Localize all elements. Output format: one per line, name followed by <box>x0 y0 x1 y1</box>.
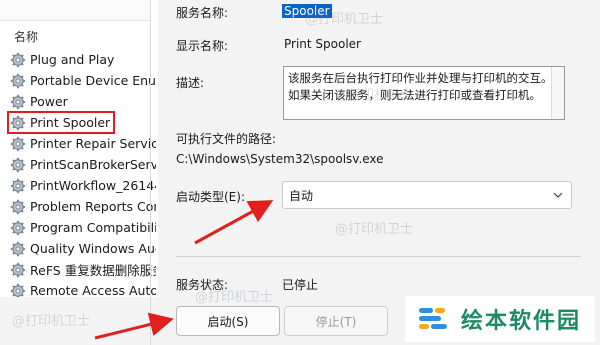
description-textbox[interactable]: 该服务在后台执行打印作业并处理与打印机的交互。如果关闭该服务，则无法进行打印或查… <box>283 66 565 120</box>
service-name: Print Spooler <box>30 115 111 130</box>
service-name: Printer Repair Service <box>30 136 156 151</box>
service-name: Remote Access Auto <box>30 283 156 298</box>
gear-icon <box>10 178 26 193</box>
service-name: ReFS 重复数据删除服务 <box>30 263 156 278</box>
watermark: @打印机卫士 <box>335 222 414 237</box>
stop-button[interactable]: 停止(T) <box>284 306 388 336</box>
start-button[interactable]: 启动(S) <box>176 306 280 336</box>
brand-icon <box>419 308 447 329</box>
service-name: Program Compatibiliti <box>30 220 156 235</box>
brand-name: 绘本软件园 <box>461 309 582 334</box>
gear-icon <box>10 136 26 151</box>
gear-icon <box>10 52 26 67</box>
display-name-value[interactable]: Print Spooler <box>284 37 361 51</box>
description-scrollbar[interactable] <box>551 67 564 119</box>
service-row[interactable]: Plug and Play <box>10 49 156 70</box>
watermark: @打印机卫士 <box>195 290 274 305</box>
column-header-name[interactable]: 名称 <box>14 28 38 45</box>
chevron-down-icon <box>553 192 563 198</box>
exe-path-label: 可执行文件的路径: <box>176 132 277 146</box>
brand-logo: 绘本软件园 <box>405 296 595 342</box>
service-name: PrintScanBrokerService <box>30 157 156 172</box>
status-value: 已停止 <box>282 278 319 292</box>
service-name: PrintWorkflow_26144 <box>30 178 156 193</box>
list-toolbar <box>0 0 150 21</box>
section-divider <box>176 256 581 257</box>
service-name: Quality Windows Aud <box>30 241 156 256</box>
gear-icon <box>10 157 26 172</box>
gear-icon <box>10 73 26 88</box>
startup-type-label: 启动类型(E): <box>176 190 245 204</box>
service-row[interactable]: PrintWorkflow_26144 <box>10 175 156 196</box>
service-row[interactable]: Portable Device Enum <box>10 70 156 91</box>
watermark: @打印机卫士 <box>335 88 414 103</box>
gear-icon <box>10 262 26 277</box>
pane-divider[interactable] <box>150 0 151 345</box>
display-name-label: 显示名称: <box>176 39 229 53</box>
service-row[interactable]: Power <box>10 91 156 112</box>
startup-type-select[interactable]: 自动 <box>282 181 572 209</box>
service-row[interactable]: Program Compatibiliti <box>10 217 156 238</box>
service-row[interactable]: Quality Windows Aud <box>10 238 156 259</box>
service-name: Power <box>30 94 68 109</box>
service-row[interactable]: ReFS 重复数据删除服务 <box>10 259 156 280</box>
description-label: 描述: <box>176 76 205 90</box>
exe-path-value[interactable]: C:\Windows\System32\spoolsv.exe <box>176 152 384 166</box>
service-name: Portable Device Enum <box>30 73 156 88</box>
gear-icon <box>10 199 26 214</box>
gear-icon <box>10 241 26 256</box>
watermark: @打印机卫士 <box>305 12 384 27</box>
service-name-label: 服务名称: <box>176 6 229 20</box>
gear-icon <box>10 94 26 109</box>
service-row[interactable]: Printer Repair Service <box>10 133 156 154</box>
description-text: 该服务在后台执行打印作业并处理与打印机的交互。如果关闭该服务，则无法进行打印或查… <box>288 71 553 102</box>
service-row[interactable]: Print Spooler <box>7 111 115 134</box>
watermark: @打印机卫士 <box>12 314 91 329</box>
gear-icon <box>10 115 26 130</box>
service-name: Plug and Play <box>30 52 115 67</box>
services-list-pane: 名称 Plug and Play Portable Device Enum Powe… <box>0 0 158 345</box>
service-name: Problem Reports Cont <box>30 199 156 214</box>
gear-icon <box>10 220 26 235</box>
services-list: Plug and Play Portable Device Enum Power Pr… <box>7 49 156 301</box>
service-row[interactable]: PrintScanBrokerService <box>10 154 156 175</box>
startup-type-value: 自动 <box>289 188 314 203</box>
service-row[interactable]: Problem Reports Cont <box>10 196 156 217</box>
